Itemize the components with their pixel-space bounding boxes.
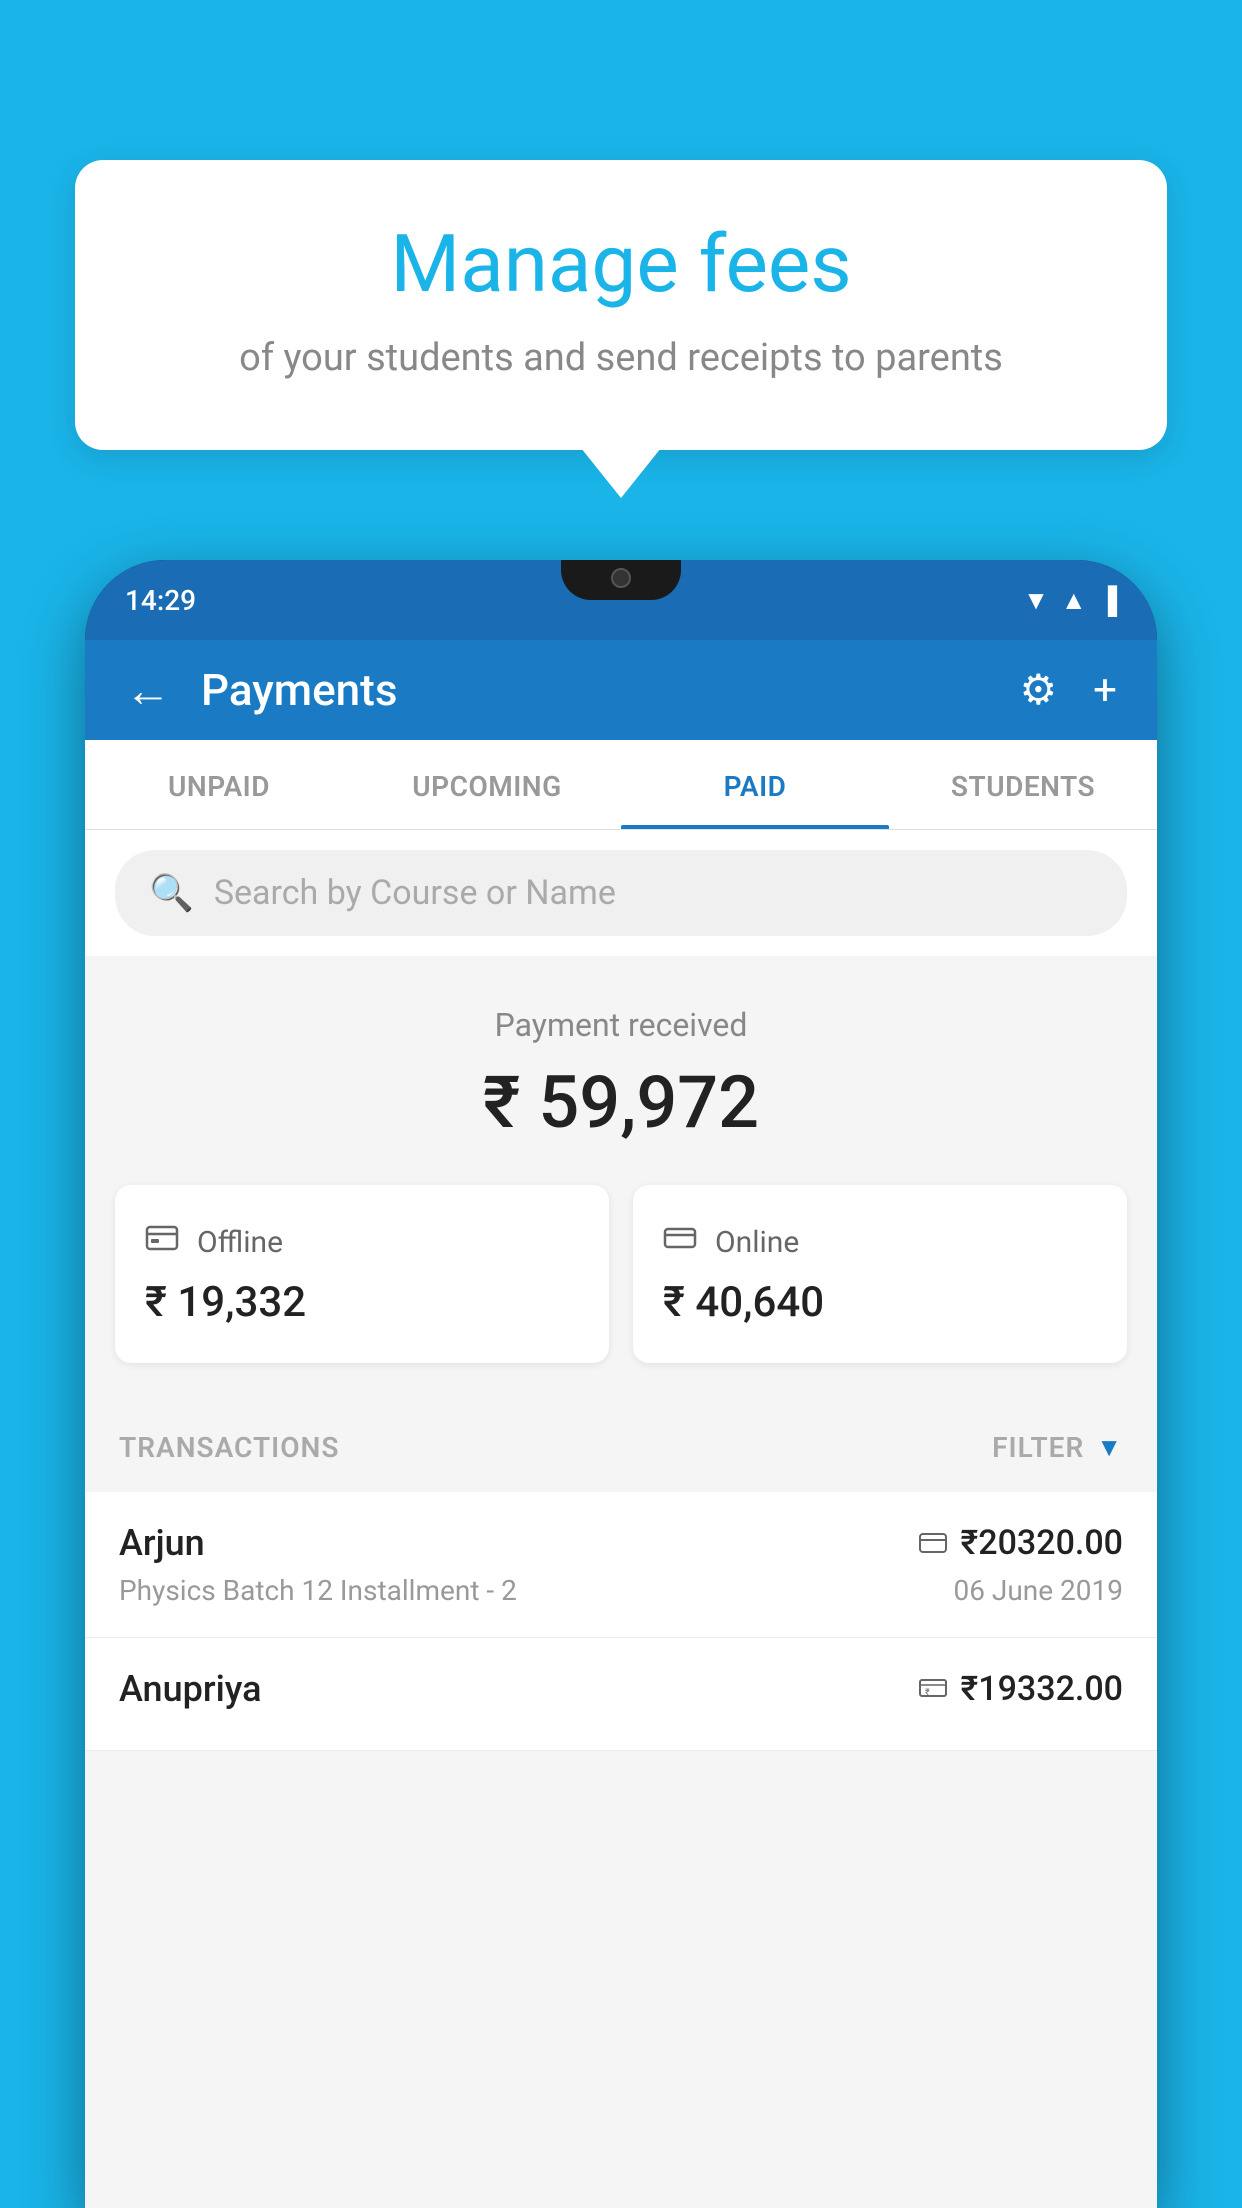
transaction-name: Arjun <box>119 1522 205 1564</box>
search-input[interactable]: Search by Course or Name <box>214 873 616 913</box>
transaction-amount-wrap: ₹20320.00 <box>919 1523 1123 1563</box>
status-time: 14:29 <box>125 584 196 617</box>
camera-dot <box>611 568 631 588</box>
filter-button[interactable]: FILTER ▼ <box>992 1431 1123 1464</box>
online-amount: ₹ 40,640 <box>663 1278 1097 1327</box>
speech-bubble: Manage fees of your students and send re… <box>75 160 1167 450</box>
transaction-date: 06 June 2019 <box>953 1574 1123 1607</box>
online-payment-card: Online ₹ 40,640 <box>633 1185 1127 1363</box>
add-icon[interactable]: + <box>1093 666 1117 715</box>
wifi-icon: ▼ <box>1023 585 1049 616</box>
bubble-title: Manage fees <box>125 220 1117 308</box>
online-icon <box>663 1221 697 1264</box>
search-bar-wrap: 🔍 Search by Course or Name <box>85 830 1157 956</box>
status-icons: ▼ ▲ ▐ <box>1023 585 1117 616</box>
transaction-bottom: Physics Batch 12 Installment - 2 06 June… <box>119 1574 1123 1607</box>
filter-icon: ▼ <box>1096 1432 1123 1463</box>
transaction-amount-wrap: ₹ ₹19332.00 <box>919 1669 1123 1709</box>
transaction-amount: ₹20320.00 <box>961 1523 1123 1563</box>
tab-students[interactable]: STUDENTS <box>889 740 1157 829</box>
back-button[interactable]: ← <box>125 663 171 718</box>
svg-text:₹: ₹ <box>925 1688 930 1698</box>
search-icon: 🔍 <box>149 872 194 914</box>
offline-payment-card: Offline ₹ 19,332 <box>115 1185 609 1363</box>
payment-summary: Payment received ₹ 59,972 <box>85 956 1157 1185</box>
transaction-name: Anupriya <box>119 1668 262 1710</box>
cash-icon: ₹ <box>919 1673 947 1706</box>
offline-amount: ₹ 19,332 <box>145 1278 579 1327</box>
transactions-label: TRANSACTIONS <box>119 1431 339 1464</box>
search-bar[interactable]: 🔍 Search by Course or Name <box>115 850 1127 936</box>
offline-icon <box>145 1221 179 1264</box>
app-title: Payments <box>201 664 1020 716</box>
tabs-bar: UNPAID UPCOMING PAID STUDENTS <box>85 740 1157 830</box>
settings-icon[interactable]: ⚙ <box>1020 665 1058 715</box>
payment-modes: Offline ₹ 19,332 Online ₹ 40,640 <box>85 1185 1157 1403</box>
offline-label: Offline <box>197 1225 283 1260</box>
phone-notch <box>561 560 681 600</box>
payment-received-label: Payment received <box>115 1006 1127 1044</box>
online-label: Online <box>715 1225 799 1260</box>
payment-amount: ₹ 59,972 <box>115 1060 1127 1145</box>
app-header: ← Payments ⚙ + <box>85 640 1157 740</box>
transaction-top: Anupriya ₹ ₹19332.00 <box>119 1668 1123 1710</box>
tab-upcoming[interactable]: UPCOMING <box>353 740 621 829</box>
bubble-subtitle: of your students and send receipts to pa… <box>125 336 1117 380</box>
status-bar: 14:29 ▼ ▲ ▐ <box>85 560 1157 640</box>
battery-icon: ▐ <box>1099 585 1117 616</box>
transaction-row[interactable]: Anupriya ₹ ₹19332.00 <box>85 1638 1157 1751</box>
header-actions: ⚙ + <box>1020 665 1118 715</box>
signal-icon: ▲ <box>1061 585 1087 616</box>
offline-header: Offline <box>145 1221 579 1264</box>
filter-label: FILTER <box>992 1431 1084 1464</box>
transaction-top: Arjun ₹20320.00 <box>119 1522 1123 1564</box>
phone-frame: 14:29 ▼ ▲ ▐ ← Payments ⚙ + UNPAID UPCOMI… <box>85 560 1157 2208</box>
tab-unpaid[interactable]: UNPAID <box>85 740 353 829</box>
tab-paid[interactable]: PAID <box>621 740 889 829</box>
transaction-course: Physics Batch 12 Installment - 2 <box>119 1574 517 1607</box>
transaction-amount: ₹19332.00 <box>961 1669 1123 1709</box>
phone-content: ← Payments ⚙ + UNPAID UPCOMING PAID STUD… <box>85 640 1157 2208</box>
card-icon <box>919 1527 947 1560</box>
transaction-row[interactable]: Arjun ₹20320.00 Physics Batch 12 Install… <box>85 1492 1157 1638</box>
online-header: Online <box>663 1221 1097 1264</box>
transactions-header: TRANSACTIONS FILTER ▼ <box>85 1403 1157 1492</box>
